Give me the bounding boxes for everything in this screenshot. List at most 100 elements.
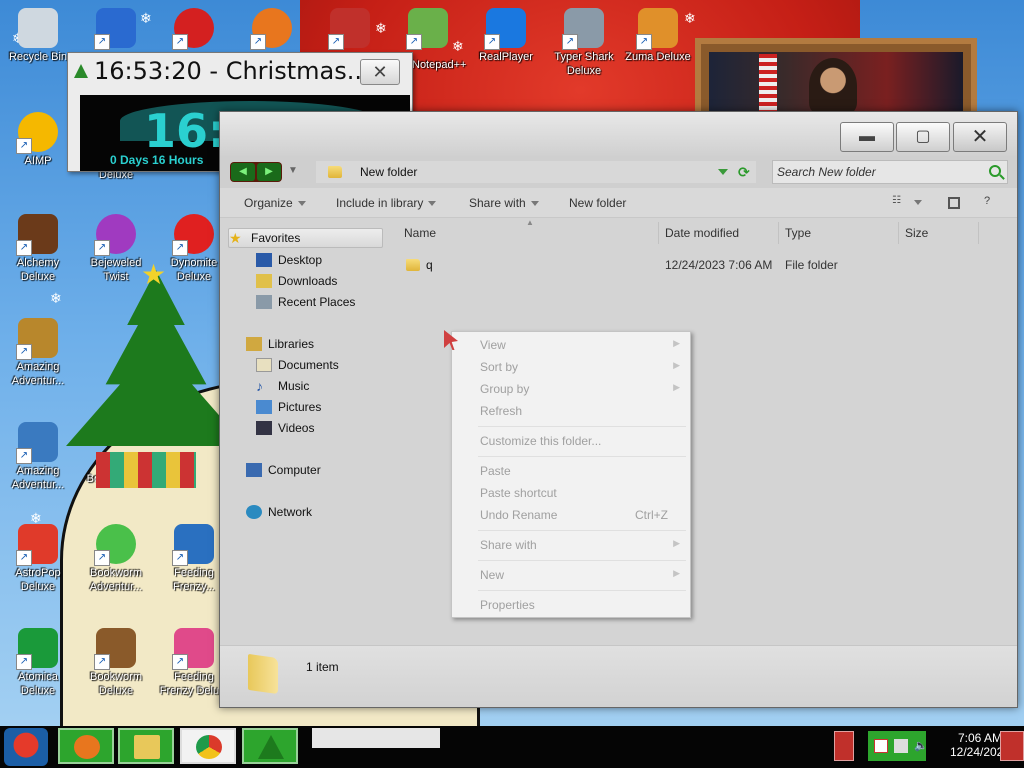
desktop-icon-firefox[interactable] (236, 8, 308, 50)
taskbar-app-christmas[interactable] (242, 728, 298, 764)
menu-item-properties[interactable]: Properties (480, 598, 680, 618)
clock-close-button[interactable]: ✕ (360, 59, 400, 85)
menu-item-undo-rename[interactable]: Undo Rename Ctrl+Z (480, 508, 680, 528)
volume-icon[interactable]: 🔈 (914, 739, 928, 752)
desktop-icon-alchemy-deluxe[interactable]: Alchemy Deluxe (2, 214, 74, 284)
desktop-icon-label: Amazing Adventur... (11, 361, 65, 387)
menu-item-label: Paste shortcut (480, 486, 557, 500)
organize-button[interactable]: Organize (244, 196, 306, 210)
desktop-icon-aimp[interactable]: AIMP (2, 112, 74, 168)
desktop-icon-zuma-deluxe[interactable]: Zuma Deluxe (622, 8, 694, 64)
bookworm-deluxe-icon (94, 628, 136, 670)
taskbar-app-explorer[interactable] (118, 728, 174, 764)
videos-icon (256, 421, 272, 435)
menu-item-group-by[interactable]: Group by ▶ (480, 382, 680, 402)
menu-item-refresh[interactable]: Refresh (480, 404, 680, 424)
column-header-size[interactable]: Size (905, 226, 928, 240)
column-divider[interactable] (898, 222, 899, 244)
nav-libraries[interactable]: Libraries (246, 334, 314, 354)
desktop-icon-astropop-deluxe[interactable]: AstroPop Deluxe (2, 524, 74, 594)
notification-area[interactable]: 🔈 (868, 731, 928, 761)
search-icon[interactable] (989, 165, 1001, 177)
chevron-right-icon: ▶ (673, 568, 680, 578)
nav-computer[interactable]: Computer (246, 460, 321, 480)
desktop-icon-bookworm-deluxe[interactable]: Bookworm Deluxe (80, 628, 152, 698)
network-warning-icon[interactable] (874, 739, 888, 753)
column-header-date-modified[interactable]: Date modified (665, 226, 739, 240)
nav-documents[interactable]: Documents (256, 355, 339, 375)
start-button[interactable] (4, 728, 48, 766)
column-divider[interactable] (658, 222, 659, 244)
chevron-right-icon: ▶ (673, 338, 680, 348)
wallpaper-frame-image (709, 52, 963, 116)
nav-pictures[interactable]: Pictures (256, 397, 321, 417)
desktop-icon-top-2[interactable] (80, 8, 152, 50)
details-pane: 1 item (220, 645, 1017, 707)
close-button[interactable]: ✕ (953, 122, 1007, 152)
address-field[interactable]: New folder (316, 161, 756, 183)
nav-network[interactable]: Network (246, 502, 312, 522)
menu-item-paste[interactable]: Paste (480, 464, 680, 484)
column-header-type[interactable]: Type (785, 226, 811, 240)
typer-shark-icon (562, 8, 604, 50)
network-icon[interactable] (894, 739, 908, 753)
tray-icon[interactable] (834, 731, 854, 761)
libraries-icon (246, 337, 262, 351)
menu-item-paste-shortcut[interactable]: Paste shortcut (480, 486, 680, 506)
nav-downloads[interactable]: Downloads (256, 271, 337, 291)
nav-favorites[interactable]: ★ Favorites (228, 228, 383, 248)
recent-pages-dropdown[interactable]: ▼ (288, 165, 298, 176)
show-desktop-button[interactable] (1000, 731, 1024, 761)
nav-pictures-label: Pictures (278, 400, 322, 414)
file-type: File folder (785, 258, 838, 272)
desktop-icon-atomica-deluxe[interactable]: Atomica Deluxe (2, 628, 74, 698)
share-with-button[interactable]: Share with (469, 196, 539, 210)
clock-gadget-title-text: 16:53:20 - Christmas... (94, 57, 370, 85)
desktop-icon-bookworm-adventures[interactable]: Bookworm Adventur... (80, 524, 152, 594)
desktop-icon-label: Bookworm Adventur... (89, 567, 143, 593)
desktop-icon-realplayer[interactable]: RealPlayer (470, 8, 542, 64)
menu-separator (478, 560, 686, 561)
desktop-icon-amazing-adventures-2[interactable]: Amazing Adventur... (2, 422, 74, 492)
new-folder-button[interactable]: New folder (569, 196, 626, 210)
desktop-icon-notepadpp[interactable] (392, 8, 464, 50)
column-divider[interactable] (978, 222, 979, 244)
taskbar-app-chrome[interactable] (180, 728, 236, 764)
desktop-icon-typer-shark[interactable]: Typer Shark Deluxe (548, 8, 620, 78)
help-icon[interactable]: ? (984, 195, 996, 207)
minimize-button[interactable]: ▬ (840, 122, 894, 152)
menu-item-share-with[interactable]: Share with ▶ (480, 538, 680, 558)
address-bar-row: ◀ ▶ ▼ New folder ⟳ Search New folder (220, 156, 1017, 188)
nav-videos[interactable]: Videos (256, 418, 314, 438)
menu-item-customize-folder[interactable]: Customize this folder... (480, 434, 680, 454)
include-in-library-button[interactable]: Include in library (336, 196, 437, 210)
nav-music-label: Music (278, 379, 310, 393)
desktop-icon-label: Atomica Deluxe (18, 671, 58, 697)
wallpaper-picture-frame (695, 38, 977, 118)
desktop-icon-recycle-bin[interactable]: Recycle Bin (2, 8, 74, 64)
maximize-button[interactable]: ▢ (896, 122, 950, 152)
column-divider[interactable] (778, 222, 779, 244)
search-input[interactable]: Search New folder (772, 160, 1008, 184)
menu-item-sort-by[interactable]: Sort by ▶ (480, 360, 680, 380)
nav-desktop[interactable]: Desktop (256, 250, 322, 270)
nav-music[interactable]: ♪ Music (256, 376, 309, 396)
address-dropdown-arrow[interactable] (718, 169, 728, 175)
preview-pane-icon[interactable] (948, 197, 960, 209)
column-header-name[interactable]: Name (404, 226, 436, 240)
menu-item-new[interactable]: New ▶ (480, 568, 680, 588)
view-options-icon[interactable]: ☷ (892, 195, 904, 207)
taskbar-app-firefox[interactable] (58, 728, 114, 764)
refresh-icon[interactable]: ⟳ (738, 164, 750, 181)
forward-button[interactable]: ▶ (257, 163, 281, 181)
back-button[interactable]: ◀ (231, 163, 255, 181)
menu-item-view[interactable]: View ▶ (480, 338, 680, 358)
window-titlebar[interactable]: ▬ ▢ ✕ (220, 112, 1017, 156)
desktop-icon-shrine[interactable] (314, 8, 386, 50)
view-dropdown-icon[interactable] (914, 200, 922, 205)
recycle-bin-icon (18, 8, 58, 48)
nav-recent-places[interactable]: Recent Places (256, 292, 355, 312)
table-row[interactable]: q 12/24/2023 7:06 AM File folder (390, 254, 1017, 276)
desktop-icon-amazing-adventures-1[interactable]: Amazing Adventur... (2, 318, 74, 388)
desktop-icon-top-3[interactable] (158, 8, 230, 50)
